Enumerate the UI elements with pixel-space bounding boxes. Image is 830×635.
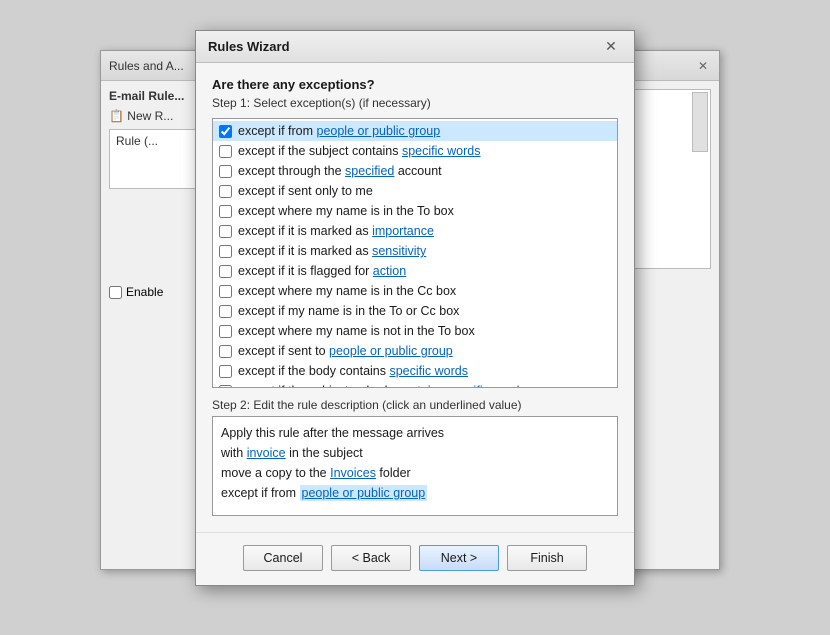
exception-item-5[interactable]: except where my name is in the To box bbox=[213, 201, 617, 221]
exception-text-12: except if sent to people or public group bbox=[238, 344, 453, 358]
exception-text-1: except if from people or public group bbox=[238, 124, 440, 138]
rule-line-4: except if from people or public group bbox=[221, 483, 609, 503]
exception-text-7: except if it is marked as sensitivity bbox=[238, 244, 426, 258]
exception-checkbox-12[interactable] bbox=[219, 345, 232, 358]
back-button[interactable]: < Back bbox=[331, 545, 411, 571]
bg-window-title: Rules and A... bbox=[109, 59, 184, 73]
exception-checkbox-10[interactable] bbox=[219, 305, 232, 318]
exception-checkbox-7[interactable] bbox=[219, 245, 232, 258]
exception-text-2: except if the subject contains specific … bbox=[238, 144, 480, 158]
step2-label: Step 2: Edit the rule description (click… bbox=[212, 398, 618, 412]
dialog-body: Are there any exceptions? Step 1: Select… bbox=[196, 63, 634, 524]
rule-invoice-link[interactable]: invoice bbox=[247, 446, 286, 460]
exception-text-10: except if my name is in the To or Cc box bbox=[238, 304, 459, 318]
exception-text-11: except where my name is not in the To bo… bbox=[238, 324, 475, 338]
exception-text-14: except if the subject or body contains s… bbox=[238, 384, 526, 387]
exception-item-7[interactable]: except if it is marked as sensitivity bbox=[213, 241, 617, 261]
rule-line-3: move a copy to the Invoices folder bbox=[221, 463, 609, 483]
exception-item-1[interactable]: except if from people or public group bbox=[213, 121, 617, 141]
dialog-title: Rules Wizard bbox=[208, 39, 290, 54]
exception-link-13[interactable]: specific words bbox=[389, 364, 468, 378]
rule-line-1: Apply this rule after the message arrive… bbox=[221, 423, 609, 443]
rule-description-box: Apply this rule after the message arrive… bbox=[212, 416, 618, 516]
exception-checkbox-3[interactable] bbox=[219, 165, 232, 178]
rule-invoices-link[interactable]: Invoices bbox=[330, 466, 376, 480]
dialog-close-button[interactable]: ✕ bbox=[600, 36, 622, 58]
finish-button[interactable]: Finish bbox=[507, 545, 587, 571]
exception-link-7[interactable]: sensitivity bbox=[372, 244, 426, 258]
rules-wizard-dialog: Rules Wizard ✕ Are there any exceptions?… bbox=[195, 30, 635, 586]
exception-checkbox-2[interactable] bbox=[219, 145, 232, 158]
exception-link-1[interactable]: people or public group bbox=[317, 124, 441, 138]
exception-item-9[interactable]: except where my name is in the Cc box bbox=[213, 281, 617, 301]
exception-checkbox-13[interactable] bbox=[219, 365, 232, 378]
next-button[interactable]: Next > bbox=[419, 545, 499, 571]
exception-text-3: except through the specified account bbox=[238, 164, 442, 178]
bg-scrollbar[interactable] bbox=[692, 92, 708, 152]
exceptions-list: except if from people or public group ex… bbox=[213, 119, 617, 387]
bg-close-icon[interactable]: ✕ bbox=[695, 58, 711, 74]
exception-checkbox-8[interactable] bbox=[219, 265, 232, 278]
step1-label: Step 1: Select exception(s) (if necessar… bbox=[212, 96, 618, 110]
cancel-button[interactable]: Cancel bbox=[243, 545, 323, 571]
exception-text-8: except if it is flagged for action bbox=[238, 264, 406, 278]
exception-checkbox-6[interactable] bbox=[219, 225, 232, 238]
exception-checkbox-4[interactable] bbox=[219, 185, 232, 198]
exception-item-11[interactable]: except where my name is not in the To bo… bbox=[213, 321, 617, 341]
exception-item-6[interactable]: except if it is marked as importance bbox=[213, 221, 617, 241]
exception-link-14[interactable]: specific words bbox=[447, 384, 526, 387]
bg-enable-checkbox[interactable] bbox=[109, 286, 122, 299]
exception-text-5: except where my name is in the To box bbox=[238, 204, 454, 218]
exception-link-12[interactable]: people or public group bbox=[329, 344, 453, 358]
rule-line-2: with invoice in the subject bbox=[221, 443, 609, 463]
exception-item-13[interactable]: except if the body contains specific wor… bbox=[213, 361, 617, 381]
exception-text-9: except where my name is in the Cc box bbox=[238, 284, 456, 298]
exception-checkbox-14[interactable] bbox=[219, 385, 232, 388]
exception-item-2[interactable]: except if the subject contains specific … bbox=[213, 141, 617, 161]
exception-text-4: except if sent only to me bbox=[238, 184, 373, 198]
button-row: Cancel < Back Next > Finish bbox=[196, 532, 634, 585]
exception-item-10[interactable]: except if my name is in the To or Cc box bbox=[213, 301, 617, 321]
question-text: Are there any exceptions? bbox=[212, 77, 618, 92]
exception-checkbox-9[interactable] bbox=[219, 285, 232, 298]
exception-link-3[interactable]: specified bbox=[345, 164, 394, 178]
exception-link-8[interactable]: action bbox=[373, 264, 406, 278]
exception-text-6: except if it is marked as importance bbox=[238, 224, 434, 238]
exception-item-12[interactable]: except if sent to people or public group bbox=[213, 341, 617, 361]
bg-enable-label: Enable bbox=[126, 285, 163, 299]
exception-checkbox-5[interactable] bbox=[219, 205, 232, 218]
exception-item-8[interactable]: except if it is flagged for action bbox=[213, 261, 617, 281]
exception-link-6[interactable]: importance bbox=[372, 224, 434, 238]
exception-text-13: except if the body contains specific wor… bbox=[238, 364, 468, 378]
exception-item-4[interactable]: except if sent only to me bbox=[213, 181, 617, 201]
rule-people-link[interactable]: people or public group bbox=[300, 485, 428, 501]
exception-checkbox-1[interactable] bbox=[219, 125, 232, 138]
exception-item-3[interactable]: except through the specified account bbox=[213, 161, 617, 181]
dialog-titlebar: Rules Wizard ✕ bbox=[196, 31, 634, 63]
exception-item-14[interactable]: except if the subject or body contains s… bbox=[213, 381, 617, 387]
exception-link-2[interactable]: specific words bbox=[402, 144, 481, 158]
exceptions-list-container: except if from people or public group ex… bbox=[212, 118, 618, 388]
exception-checkbox-11[interactable] bbox=[219, 325, 232, 338]
